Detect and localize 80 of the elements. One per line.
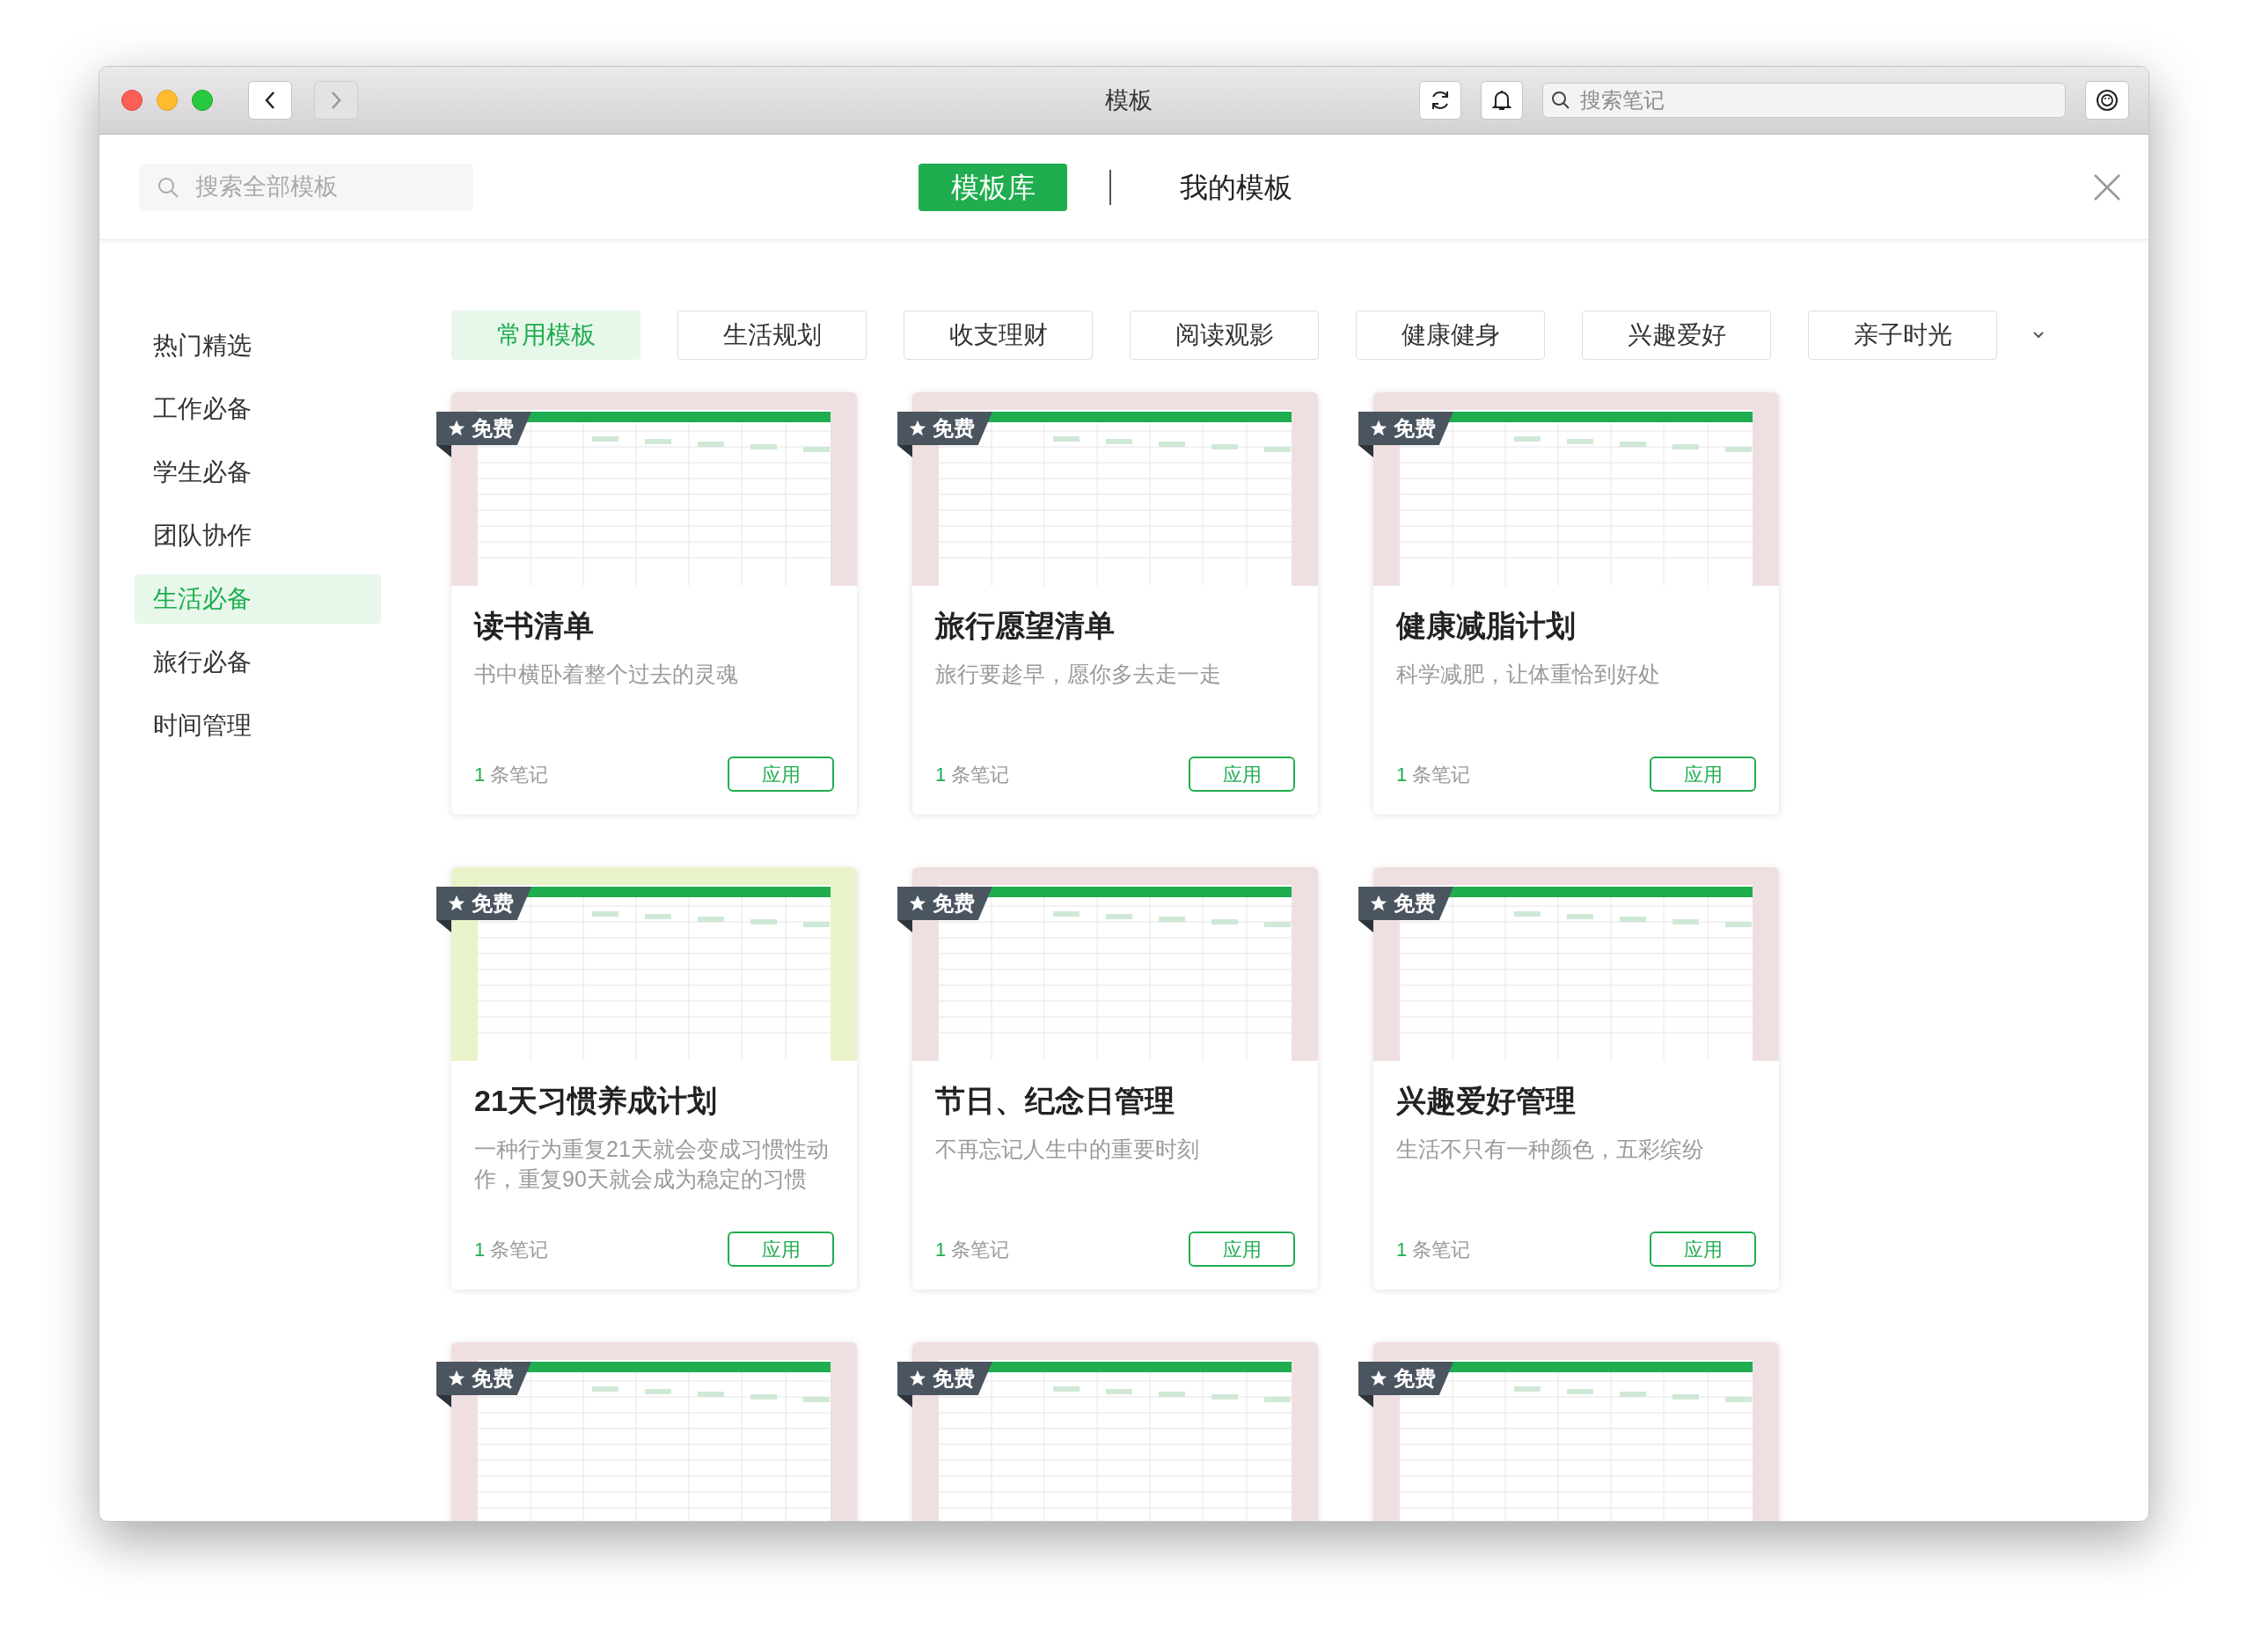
chevron-left-icon <box>264 91 276 110</box>
note-count: 1 <box>1396 1238 1408 1261</box>
free-badge: 免费 <box>1358 1362 1453 1395</box>
ribbon-fold-icon <box>1358 920 1373 932</box>
sidebar-item[interactable]: 学生必备 <box>135 448 286 497</box>
sidebar-item[interactable]: 时间管理 <box>135 701 286 750</box>
category-tab[interactable]: 健康健身 <box>1356 311 1545 360</box>
chevron-down-icon[interactable] <box>2032 331 2045 340</box>
star-icon <box>908 419 927 438</box>
note-count: 1 <box>474 1238 486 1261</box>
sidebar-item[interactable]: 旅行必备 <box>135 638 286 687</box>
note-count-label: 条笔记 <box>1412 1238 1471 1261</box>
sidebar-item[interactable]: 工作必备 <box>135 384 286 434</box>
library-tab[interactable]: 我的模板 <box>1171 163 1301 211</box>
close-window-button[interactable] <box>121 90 143 111</box>
search-icon <box>157 175 179 199</box>
template-description: 生活不只有一种颜色，五彩缤纷 <box>1396 1136 1705 1163</box>
sidebar-item[interactable]: 热门精选 <box>135 321 286 370</box>
note-count-label: 条笔记 <box>490 763 549 786</box>
ribbon-fold-icon <box>897 445 912 457</box>
category-tab[interactable]: 阅读观影 <box>1130 311 1319 360</box>
free-badge: 免费 <box>436 887 531 920</box>
sidebar-item[interactable]: 团队协作 <box>135 511 286 560</box>
back-button[interactable] <box>248 81 292 120</box>
category-tab[interactable]: 兴趣爱好 <box>1582 311 1771 360</box>
template-search-field[interactable]: 搜索全部模板 <box>139 163 473 211</box>
category-tab[interactable]: 亲子时光 <box>1808 311 1997 360</box>
template-title: 健康减脂计划 <box>1396 608 1577 644</box>
star-icon <box>1369 1369 1388 1388</box>
ribbon-fold-icon <box>1358 1395 1373 1407</box>
ribbon-fold-icon <box>897 920 912 932</box>
ribbon-fold-icon <box>436 920 451 932</box>
free-badge: 免费 <box>1358 887 1453 920</box>
template-title: 旅行愿望清单 <box>935 608 1116 644</box>
close-icon[interactable] <box>2093 172 2121 201</box>
star-icon <box>1369 419 1388 438</box>
template-description: 旅行要趁早，愿你多去走一走 <box>935 661 1222 688</box>
star-icon <box>908 1369 927 1388</box>
template-description: 一种行为重复21天就会变成习惯性动作，重复90天就会成为稳定的习惯 <box>474 1136 830 1193</box>
note-count-label: 条笔记 <box>490 1238 549 1261</box>
note-count-label: 条笔记 <box>951 1238 1010 1261</box>
free-badge: 免费 <box>436 412 531 445</box>
note-count: 1 <box>1396 763 1408 786</box>
bell-icon <box>1491 89 1512 112</box>
star-icon <box>1369 894 1388 913</box>
template-title: 21天习惯养成计划 <box>474 1083 718 1119</box>
template-description: 科学减肥，让体重恰到好处 <box>1396 661 1661 688</box>
window-title: 模板 <box>1104 85 1153 115</box>
note-count-label: 条笔记 <box>1412 763 1471 786</box>
template-description: 不再忘记人生中的重要时刻 <box>935 1136 1200 1163</box>
free-badge: 免费 <box>897 887 992 920</box>
template-description: 书中横卧着整个过去的灵魂 <box>474 661 739 688</box>
account-button[interactable] <box>2085 81 2129 120</box>
note-count: 1 <box>474 763 486 786</box>
template-title: 节日、纪念日管理 <box>935 1083 1175 1119</box>
category-tab[interactable]: 生活规划 <box>677 311 867 360</box>
star-icon <box>447 894 466 913</box>
note-count-label: 条笔记 <box>951 763 1010 786</box>
search-icon <box>1551 91 1570 110</box>
category-tab[interactable]: 收支理财 <box>904 311 1093 360</box>
star-icon <box>447 419 466 438</box>
note-count: 1 <box>935 1238 947 1261</box>
note-count: 1 <box>935 763 947 786</box>
free-badge: 免费 <box>436 1362 531 1395</box>
ribbon-fold-icon <box>897 1395 912 1407</box>
notification-button[interactable] <box>1481 81 1523 120</box>
star-icon <box>447 1369 466 1388</box>
free-badge: 免费 <box>897 412 992 445</box>
template-title: 兴趣爱好管理 <box>1396 1083 1577 1119</box>
template-title: 读书清单 <box>474 608 595 644</box>
ribbon-fold-icon <box>1358 445 1373 457</box>
free-badge: 免费 <box>1358 412 1453 445</box>
star-icon <box>908 894 927 913</box>
note-search-field[interactable]: 搜索笔记 <box>1542 83 2066 118</box>
ribbon-fold-icon <box>436 445 451 457</box>
smiley-icon <box>2095 88 2119 113</box>
ribbon-fold-icon <box>436 1395 451 1407</box>
chevron-right-icon <box>330 91 342 110</box>
free-badge: 免费 <box>897 1362 992 1395</box>
refresh-button[interactable] <box>1419 81 1461 120</box>
